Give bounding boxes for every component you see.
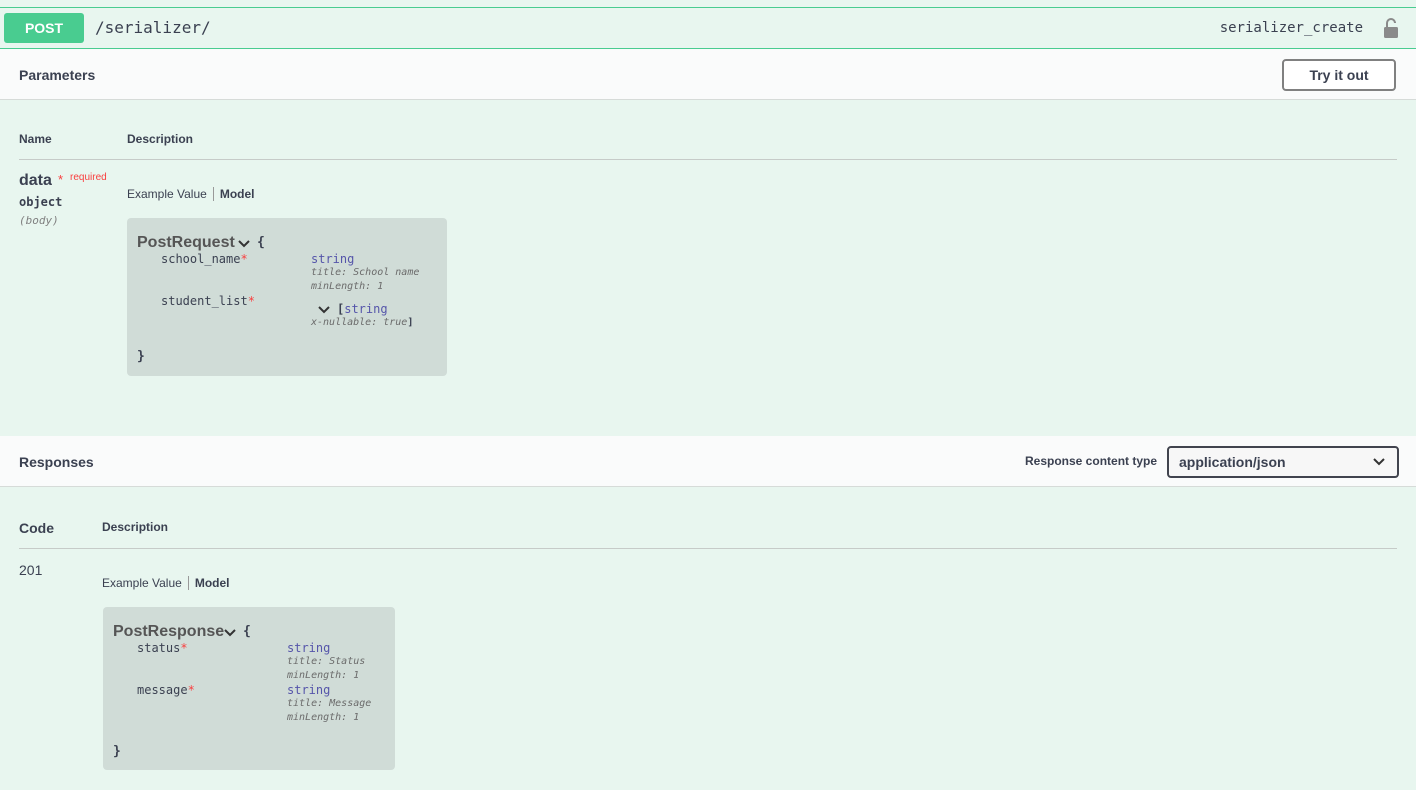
col-code-header: Code	[19, 520, 54, 536]
prop-name: status*	[137, 641, 188, 655]
response-model-box: PostResponse { status* string title: Sta…	[103, 607, 395, 770]
chevron-down-icon[interactable]	[224, 628, 236, 638]
tab-example-value[interactable]: Example Value	[127, 187, 214, 201]
model-title[interactable]: PostResponse	[113, 623, 224, 641]
col-description-header: Description	[102, 520, 169, 534]
chevron-down-icon[interactable]	[238, 239, 250, 249]
prop-meta: minLength: 1	[311, 281, 384, 292]
prop-meta: title: School name	[311, 267, 420, 278]
select-value: application/json	[1179, 454, 1286, 470]
required-label: required	[70, 172, 107, 183]
prop-name-text: student_list	[161, 294, 248, 308]
tab-example-value[interactable]: Example Value	[102, 576, 189, 590]
col-description-header: Description	[127, 132, 194, 146]
required-star: *	[58, 172, 64, 187]
chevron-down-icon[interactable]	[318, 305, 330, 315]
response-content-type-label: Response content type	[1025, 454, 1158, 468]
responses-divider	[19, 548, 1397, 549]
responses-title: Responses	[19, 454, 94, 470]
param-type: object	[19, 195, 63, 209]
chevron-down-icon	[1373, 458, 1385, 466]
prop-required-star: *	[247, 294, 255, 308]
prop-name: student_list*	[161, 294, 255, 308]
prop-required-star: *	[180, 641, 188, 655]
operation-id: serializer_create	[1219, 20, 1363, 36]
operation-summary[interactable]: POST /serializer/ serializer_create	[0, 8, 1416, 49]
response-code: 201	[19, 562, 43, 578]
prop-meta: minLength: 1	[287, 670, 360, 681]
request-model-tabs: Example Value Model	[127, 187, 255, 201]
param-name: data	[19, 172, 52, 189]
prop-name: message*	[137, 683, 195, 697]
prop-required-star: *	[240, 252, 248, 266]
param-in: (body)	[19, 214, 59, 227]
tab-model[interactable]: Model	[214, 187, 255, 201]
prop-meta-text: x-nullable: true	[311, 317, 408, 328]
unlock-icon[interactable]	[1383, 17, 1399, 39]
parameters-header: Parameters Try it out	[0, 49, 1416, 100]
model-close-brace: }	[113, 744, 121, 759]
prop-type: string	[311, 252, 355, 266]
prop-name-text: status	[137, 641, 181, 655]
model-open-brace: {	[257, 235, 265, 250]
prop-meta: title: Status	[287, 656, 366, 667]
prop-type: string	[287, 683, 331, 697]
response-model-tabs: Example Value Model	[102, 576, 230, 590]
col-name-header: Name	[19, 132, 52, 146]
tab-model[interactable]: Model	[189, 576, 230, 590]
array-close-bracket: ]	[407, 317, 414, 328]
prop-name-text: message	[137, 683, 188, 697]
try-it-out-button[interactable]: Try it out	[1282, 59, 1396, 91]
model-open-brace: {	[243, 624, 251, 639]
model-close-brace: }	[137, 349, 145, 364]
parameters-divider	[19, 159, 1397, 160]
method-badge: POST	[4, 13, 84, 43]
request-model-box: PostRequest { school_name* string title:…	[127, 218, 447, 376]
prop-array-type: [string	[337, 302, 388, 316]
prop-required-star: *	[187, 683, 195, 697]
prop-type: string	[287, 641, 331, 655]
prop-name-text: school_name	[161, 252, 241, 266]
parameters-title: Parameters	[19, 67, 96, 83]
operation-path: /serializer/	[95, 18, 211, 37]
prop-name: school_name*	[161, 252, 248, 266]
prop-meta: minLength: 1	[287, 712, 360, 723]
array-item-type: string	[344, 302, 388, 316]
prop-meta: title: Message	[287, 698, 372, 709]
prop-meta: x-nullable: true]	[311, 317, 413, 328]
model-title[interactable]: PostRequest	[137, 234, 235, 252]
response-content-type-select[interactable]: application/json	[1167, 446, 1399, 478]
